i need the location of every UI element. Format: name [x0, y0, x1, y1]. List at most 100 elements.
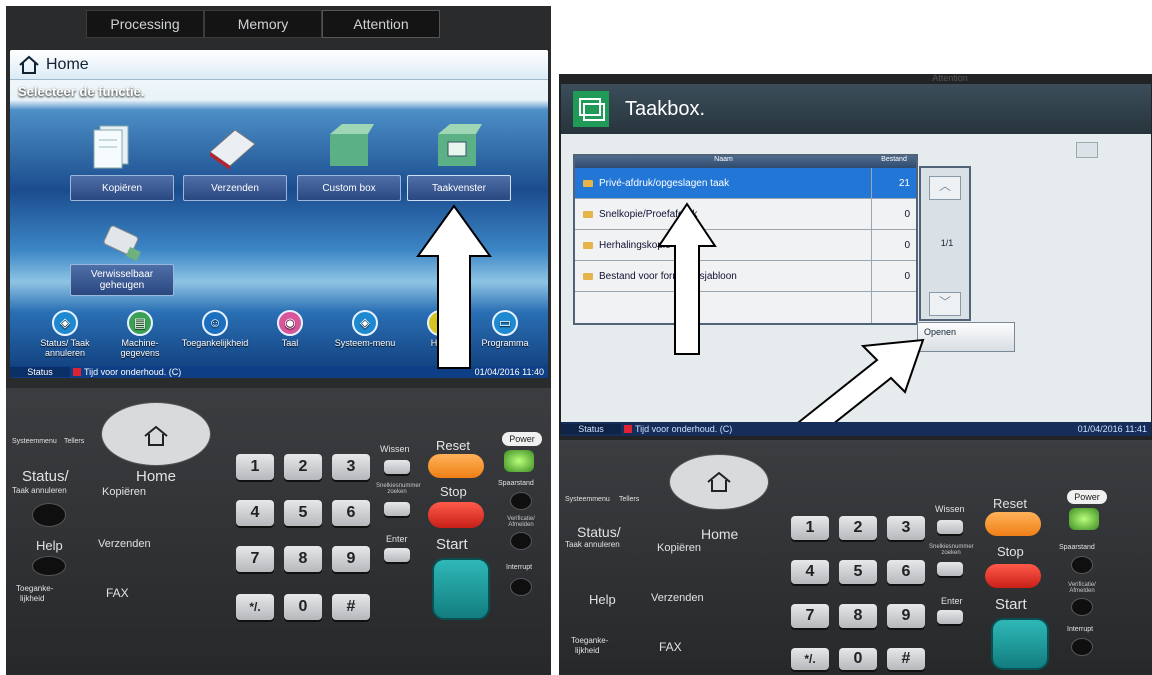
start-key-right[interactable] [991, 618, 1049, 670]
power-label-right: Power [1067, 490, 1107, 504]
start-key[interactable] [432, 558, 490, 620]
list-item[interactable]: Bestand voor formuliersjabloon 0 [575, 261, 916, 292]
language-button[interactable]: ◉ Taal [255, 310, 325, 348]
folder-icon [583, 272, 593, 280]
key-3[interactable]: 3 [332, 454, 370, 480]
status-key[interactable] [32, 503, 66, 527]
enter-key[interactable] [384, 548, 410, 562]
folder-icon [583, 179, 593, 187]
status-job-cancel-button[interactable]: ◈ Status/ Taak annuleren [30, 310, 100, 358]
key-3[interactable]: 3 [887, 516, 925, 540]
folder-icon [583, 241, 593, 249]
key-6[interactable]: 6 [887, 560, 925, 584]
close-icon[interactable] [1076, 142, 1098, 158]
key-2[interactable]: 2 [839, 516, 877, 540]
interrupt-key[interactable] [510, 578, 532, 596]
key-hash[interactable]: # [332, 594, 370, 620]
login-logout-key[interactable] [510, 532, 532, 550]
key-5[interactable]: 5 [284, 500, 322, 526]
clear-key[interactable] [384, 460, 410, 474]
key-7[interactable]: 7 [236, 546, 274, 572]
system-menu-button[interactable]: ◈ Systeem-menu [330, 310, 400, 348]
start-key-label-right: Start [995, 596, 1027, 613]
key-0[interactable]: 0 [284, 594, 322, 620]
job-cancel-label-right: Taak annuleren [565, 540, 620, 549]
key-8[interactable]: 8 [284, 546, 322, 572]
key-7[interactable]: 7 [791, 604, 829, 628]
counters-label: Tellers [64, 438, 85, 445]
memory-led: Memory [204, 10, 322, 38]
clear-key-label-right: Wissen [935, 504, 965, 514]
touchscreen-home: Home Selecteer de functie. Kopiëren Verz… [10, 50, 548, 378]
key-6[interactable]: 6 [332, 500, 370, 526]
machine-info-button[interactable]: ▤ Machine-gegevens [105, 310, 175, 358]
stop-key-right[interactable] [985, 564, 1041, 588]
reset-key[interactable] [428, 454, 484, 478]
key-4[interactable]: 4 [236, 500, 274, 526]
list-item[interactable]: Privé-afdruk/opgeslagen taak 21 [575, 168, 916, 199]
up-arrow-annotation-right [657, 202, 717, 355]
accessibility-key-label-right-2: lijkheid [575, 646, 600, 655]
copy-button[interactable]: Kopiëren [70, 175, 174, 201]
key-9[interactable]: 9 [332, 546, 370, 572]
login-logout-key-right[interactable] [1071, 598, 1093, 616]
custom-box-button[interactable]: Custom box [297, 175, 401, 201]
enter-key-label-right: Enter [941, 596, 963, 606]
enter-key-right[interactable] [937, 610, 963, 624]
list-item-empty [575, 292, 916, 323]
clear-key-right[interactable] [937, 520, 963, 534]
removable-memory-button[interactable]: Verwisselbaar geheugen [70, 264, 174, 296]
energy-saver-label-right: Spaarstand [1059, 544, 1095, 551]
reset-key-right[interactable] [985, 512, 1041, 536]
status-label-right[interactable]: Status [561, 424, 621, 434]
key-5[interactable]: 5 [839, 560, 877, 584]
energy-saver-key[interactable] [510, 492, 532, 510]
accessibility-button[interactable]: ☺ Toegankelijkheid [180, 310, 250, 348]
scroll-down-icon[interactable]: ﹀ [929, 292, 961, 316]
key-0[interactable]: 0 [839, 648, 877, 670]
datetime-right: 01/04/2016 11:41 [1077, 424, 1147, 434]
power-label: Power [502, 432, 542, 446]
stop-key[interactable] [428, 502, 484, 528]
key-4[interactable]: 4 [791, 560, 829, 584]
page-title: Home [46, 55, 89, 73]
help-key[interactable] [32, 556, 66, 576]
key-8[interactable]: 8 [839, 604, 877, 628]
interrupt-key-right[interactable] [1071, 638, 1093, 656]
key-hash[interactable]: # [887, 648, 925, 670]
clear-key-label: Wissen [380, 444, 410, 454]
list-item[interactable]: Herhalingskopie 0 [575, 230, 916, 261]
energy-saver-label: Spaarstand [498, 480, 534, 487]
speed-dial-key-right[interactable] [937, 562, 963, 576]
status-key-label: Status/ [22, 468, 69, 485]
key-star-dot[interactable]: */. [791, 648, 829, 670]
page-subtitle: Selecteer de functie. [18, 84, 145, 99]
right-photo-job-box-screen: Attention Taakbox. Naam Bestand Privé-af… [559, 74, 1152, 675]
key-1[interactable]: 1 [791, 516, 829, 540]
send-button[interactable]: Verzenden [183, 175, 287, 201]
warning-icon [624, 425, 632, 433]
key-star-dot[interactable]: */. [236, 594, 274, 620]
folder-icon [583, 210, 593, 218]
key-9[interactable]: 9 [887, 604, 925, 628]
copy-icon [93, 125, 129, 169]
job-box-icon [438, 124, 482, 166]
key-1[interactable]: 1 [236, 454, 274, 480]
power-key-right[interactable] [1069, 508, 1099, 530]
start-key-label: Start [436, 536, 468, 553]
energy-saver-key-right[interactable] [1071, 556, 1093, 574]
accessibility-icon: ☺ [202, 310, 228, 336]
custom-box-icon [330, 124, 374, 166]
status-label[interactable]: Status [10, 367, 70, 377]
scroll-up-icon[interactable]: ︿ [929, 176, 961, 200]
job-box-button[interactable]: Taakvenster [407, 175, 511, 201]
speed-dial-key[interactable] [384, 502, 410, 516]
status-message-right: Tijd voor onderhoud. (C) [635, 424, 733, 434]
key-2[interactable]: 2 [284, 454, 322, 480]
job-cancel-label: Taak annuleren [12, 486, 67, 495]
list-header: Naam Bestand [575, 156, 916, 168]
list-item[interactable]: Snelkopie/Proefafdruk 0 [575, 199, 916, 230]
power-key[interactable] [504, 450, 534, 472]
home-key-label: Home [136, 468, 177, 485]
touchscreen-job-box: Taakbox. Naam Bestand Privé-afdruk/opges… [561, 84, 1151, 436]
